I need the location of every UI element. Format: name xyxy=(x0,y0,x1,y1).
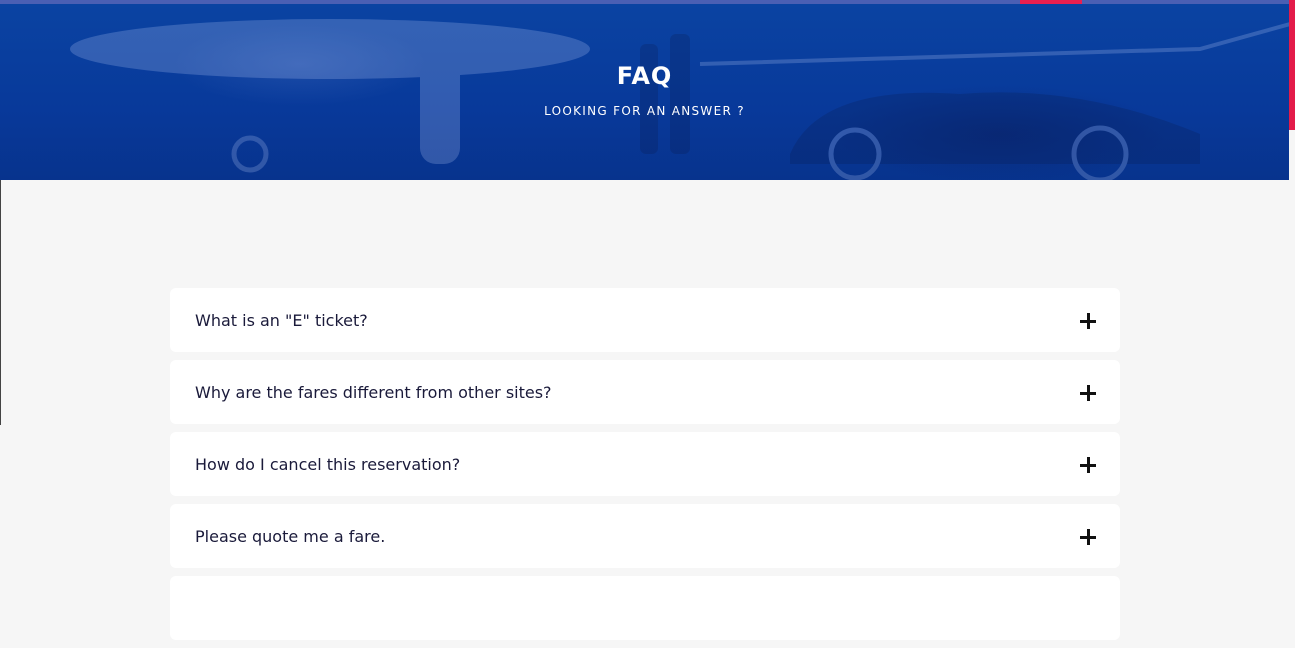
page-subtitle: LOOKING FOR AN ANSWER ? xyxy=(544,104,745,118)
faq-item-cancel-reservation[interactable]: How do I cancel this reservation? xyxy=(170,432,1120,496)
hero-background-image xyxy=(70,19,1289,180)
faq-question: Please quote me a fare. xyxy=(195,526,386,546)
page-title: FAQ xyxy=(616,62,673,90)
right-accent-bar xyxy=(1289,0,1295,130)
plus-icon[interactable] xyxy=(1080,529,1096,545)
faq-item-partial[interactable] xyxy=(170,576,1120,640)
plus-icon[interactable] xyxy=(1080,385,1096,401)
faq-item-e-ticket[interactable]: What is an "E" ticket? xyxy=(170,288,1120,352)
right-gutter xyxy=(1289,130,1295,579)
faq-question: How do I cancel this reservation? xyxy=(195,454,461,474)
faq-item-quote-fare[interactable]: Please quote me a fare. xyxy=(170,504,1120,568)
faq-accordion: What is an "E" ticket? Why are the fares… xyxy=(170,288,1120,648)
faq-item-fares-different[interactable]: Why are the fares different from other s… xyxy=(170,360,1120,424)
hero-banner: FAQ LOOKING FOR AN ANSWER ? xyxy=(0,4,1289,180)
faq-question: What is an "E" ticket? xyxy=(195,310,368,330)
plus-icon[interactable] xyxy=(1080,313,1096,329)
plus-icon[interactable] xyxy=(1080,457,1096,473)
faq-question: Why are the fares different from other s… xyxy=(195,382,552,402)
left-edge-line xyxy=(0,180,1,425)
